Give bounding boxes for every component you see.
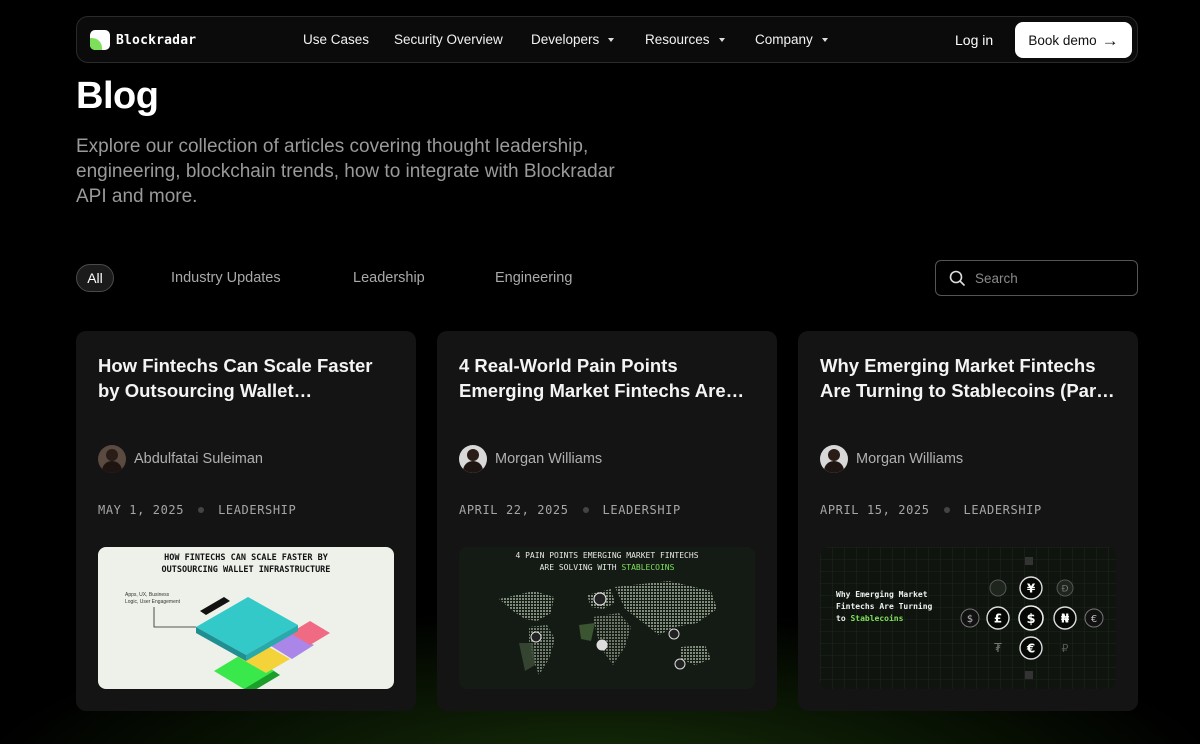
post-thumbnail[interactable]: 4 PAIN POINTS EMERGING MARKET FINTECHS A… (459, 547, 755, 689)
avatar (820, 445, 848, 473)
author-name: Morgan Williams (856, 451, 964, 467)
svg-text:to Stablecoins: to Stablecoins (836, 613, 904, 623)
svg-text:€: € (1026, 642, 1035, 656)
filter-leadership[interactable]: Leadership (353, 270, 425, 286)
nav-resources[interactable]: Resources (645, 32, 725, 47)
svg-text:ARE SOLVING WITH STABLECOINS: ARE SOLVING WITH STABLECOINS (540, 563, 675, 572)
post-category: LEADERSHIP (963, 503, 1042, 517)
post-category: LEADERSHIP (218, 503, 297, 517)
post-date: MAY 1, 2025 (98, 503, 185, 517)
svg-text:¥: ¥ (1027, 582, 1036, 596)
post-meta: MAY 1, 2025 LEADERSHIP (98, 503, 296, 517)
thumbnail-heading-line-3: to (836, 614, 850, 623)
svg-text:£: £ (994, 612, 1002, 626)
blog-card[interactable]: Why Emerging Market Fintechs Are Turning… (798, 331, 1138, 711)
filter-engineering[interactable]: Engineering (495, 270, 572, 286)
svg-text:$: $ (967, 614, 973, 625)
arrow-right-icon: → (1101, 30, 1119, 50)
chevron-down-icon (718, 37, 725, 42)
post-author: Abdulfatai Suleiman (98, 445, 263, 473)
nav-company[interactable]: Company (755, 32, 828, 47)
post-meta: APRIL 15, 2025 LEADERSHIP (820, 503, 1042, 517)
thumbnail-heading-line-1: HOW FINTECHS CAN SCALE FASTER BY (164, 553, 329, 563)
thumbnail-heading-line-1: Why Emerging Market (836, 589, 928, 599)
book-demo-label: Book demo (1028, 32, 1097, 48)
post-date: APRIL 22, 2025 (459, 503, 569, 517)
filter-industry-updates[interactable]: Industry Updates (171, 270, 281, 286)
nav-use-cases[interactable]: Use Cases (303, 32, 369, 47)
post-date: APRIL 15, 2025 (820, 503, 930, 517)
post-title[interactable]: Why Emerging Market Fintechs Are Turning… (820, 353, 1120, 403)
post-category: LEADERSHIP (602, 503, 681, 517)
separator-dot (198, 507, 205, 513)
blockradar-logo-icon (90, 30, 110, 50)
top-navigation: Blockradar Use Cases Security Overview D… (76, 16, 1138, 63)
blog-card[interactable]: 4 Real-World Pain Points Emerging Market… (437, 331, 777, 711)
blog-card[interactable]: How Fintechs Can Scale Faster by Outsour… (76, 331, 416, 711)
post-thumbnail[interactable]: HOW FINTECHS CAN SCALE FASTER BY OUTSOUR… (98, 547, 394, 689)
brand-logo[interactable]: Blockradar (90, 30, 196, 50)
svg-text:₮: ₮ (994, 641, 1002, 655)
filter-all[interactable]: All (76, 264, 114, 292)
nav-security-overview[interactable]: Security Overview (394, 32, 503, 47)
post-title[interactable]: How Fintechs Can Scale Faster by Outsour… (98, 353, 398, 403)
post-meta: APRIL 22, 2025 LEADERSHIP (459, 503, 681, 517)
thumbnail-heading-highlight: STABLECOINS (621, 563, 674, 572)
svg-text:$: $ (1026, 612, 1035, 627)
chevron-down-icon (821, 37, 828, 42)
search-box[interactable] (935, 260, 1138, 296)
page-title: Blog (76, 75, 159, 117)
svg-text:₦: ₦ (1061, 612, 1070, 626)
chevron-down-icon (608, 37, 615, 42)
post-thumbnail[interactable]: Why Emerging Market Fintechs Are Turning… (820, 547, 1116, 689)
thumbnail-heading-line-2: ARE SOLVING WITH (540, 563, 622, 572)
post-author: Morgan Williams (820, 445, 963, 473)
thumbnail-caption-line-1: Apps, UX, Business (125, 592, 170, 598)
search-icon (949, 270, 965, 286)
nav-developers-label: Developers (531, 32, 600, 47)
thumbnail-heading-line-2: Fintechs Are Turning (836, 601, 933, 611)
book-demo-button[interactable]: Book demo → (1015, 22, 1132, 58)
nav-resources-label: Resources (645, 32, 710, 47)
nav-developers[interactable]: Developers (531, 32, 615, 47)
post-title[interactable]: 4 Real-World Pain Points Emerging Market… (459, 353, 759, 403)
svg-text:Đ: Đ (1062, 585, 1069, 595)
svg-text:₽: ₽ (1062, 642, 1069, 655)
nav-company-label: Company (755, 32, 813, 47)
login-link[interactable]: Log in (955, 32, 993, 48)
post-author: Morgan Williams (459, 445, 602, 473)
thumbnail-heading-line-1: 4 PAIN POINTS EMERGING MARKET FINTECHS (515, 551, 698, 560)
thumbnail-heading-line-2: OUTSOURCING WALLET INFRASTRUCTURE (162, 565, 331, 575)
avatar (459, 445, 487, 473)
avatar (98, 445, 126, 473)
page-subtitle: Explore our collection of articles cover… (76, 136, 615, 207)
svg-text:€: € (1091, 614, 1097, 625)
thumbnail-caption-line-2: Logic, User Engagement (125, 599, 181, 605)
thumbnail-heading-highlight: Stablecoins (850, 613, 903, 623)
search-input[interactable] (975, 270, 1125, 286)
author-name: Abdulfatai Suleiman (134, 451, 263, 467)
separator-dot (943, 507, 950, 513)
separator-dot (582, 507, 589, 513)
brand-name: Blockradar (116, 32, 197, 48)
author-name: Morgan Williams (495, 451, 603, 467)
